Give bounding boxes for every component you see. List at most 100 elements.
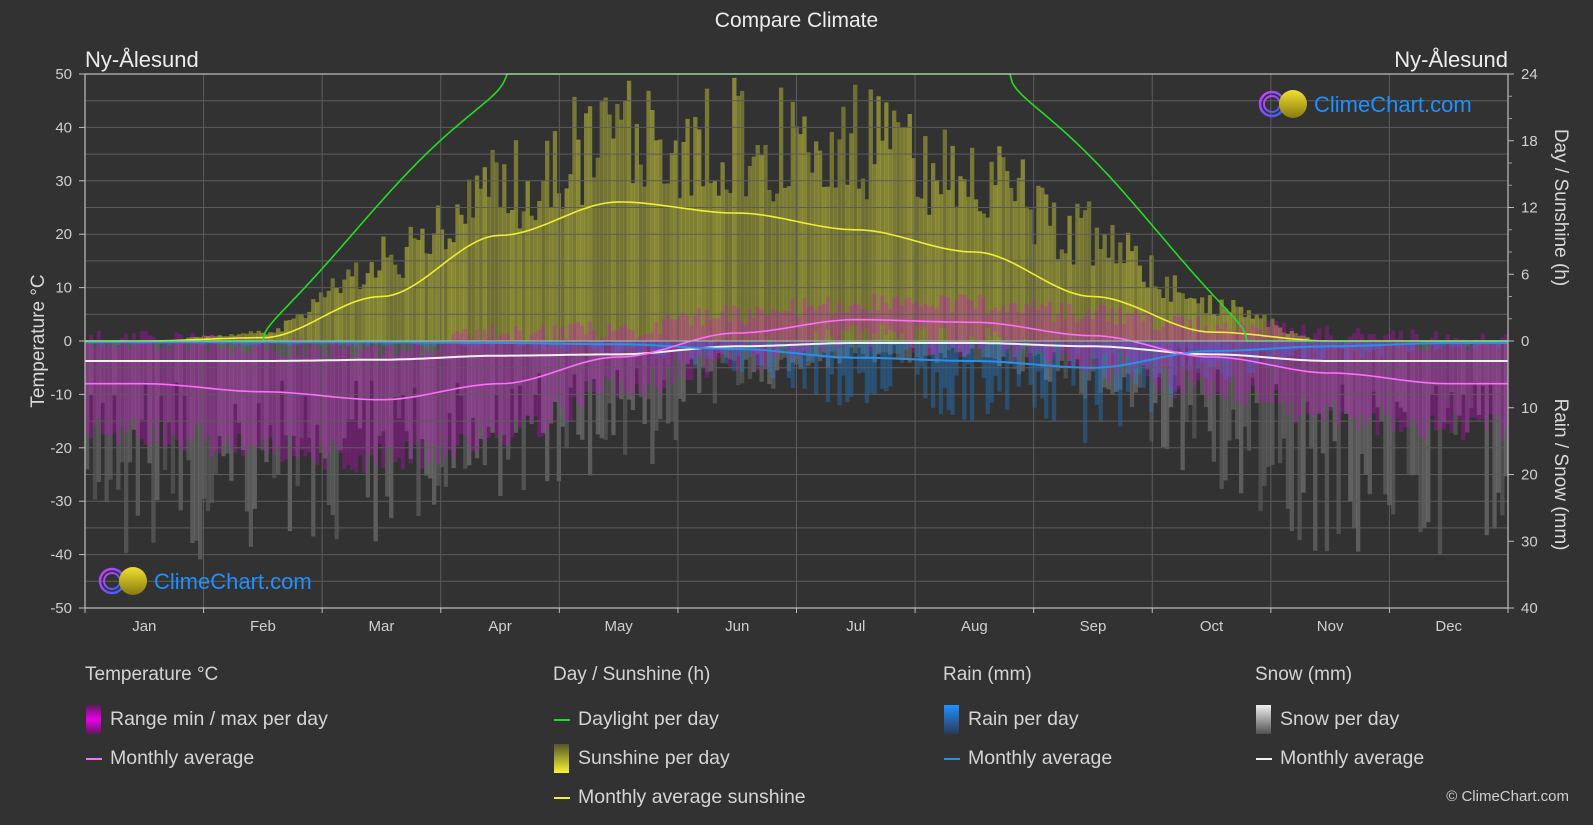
temperature-range-bar [751,318,756,357]
temperature-range-bar [1309,343,1314,414]
temperature-range-bar [899,305,905,333]
temperature-range-bar [669,319,675,386]
sunshine-bar [743,196,749,341]
legend-item-rain: Rain per day [943,700,1112,739]
temperature-range-bar [728,321,733,369]
temperature-range-bar [166,352,172,445]
legend-label: Monthly average [110,747,255,769]
sunshine-bar [467,179,472,341]
temperature-range-bar [572,323,577,398]
legend-temperature-title: Temperature °C [85,664,219,685]
temperature-range-bar [1106,321,1111,380]
temperature-range-bar [369,345,374,456]
temperature-range-bar [1324,325,1330,405]
temperature-range-bar [1125,313,1131,356]
temperature-range-bar [155,351,160,443]
temperature-range-bar [1161,326,1166,366]
month-label: Nov [1317,618,1344,635]
temperature-range-bar [217,348,222,454]
rain-bar [880,341,885,389]
temperature-range-bar [934,308,940,355]
temperature-range-bar [1398,330,1404,433]
sunshine-bar [658,139,663,341]
left-tick-label: 20 [55,226,72,243]
snow-avg-swatch-icon [1256,757,1272,760]
temperature-range-bar [443,344,448,457]
temperature-range-bar [1488,340,1493,415]
rain-avg-swatch-icon [944,757,960,760]
temperature-range-bar [338,348,343,454]
rain-bar [950,341,955,416]
temperature-range-bar [198,342,203,424]
sunshine-bar [513,140,519,341]
temperature-range-bar [580,326,585,409]
temperature-range-bar [1086,309,1092,371]
snow-swatch-icon [1256,705,1271,734]
rain-bar [989,341,994,403]
temperature-range-bar [587,321,593,383]
temperature-range-bar [1192,331,1197,387]
month-label: Aug [961,618,988,635]
sunshine-bar [420,228,425,341]
legend-item-temp-range: Range min / max per day [85,700,328,739]
sunshine-bar [591,177,597,341]
temperature-range-bar [552,325,558,402]
temperature-range-bar [1437,344,1443,429]
sunshine-bar [778,87,784,341]
temperature-range-bar [1219,328,1224,396]
temperature-range-bar [361,349,367,473]
right-tick-label-mm: 20 [1521,467,1538,484]
temperature-range-bar [1305,343,1310,415]
temperature-range-bar [1340,343,1345,413]
sunshine-bar [369,262,374,341]
sunshine-bar [751,156,756,341]
sunshine-bar [428,253,433,341]
temperature-range-bar [502,334,507,446]
sunshine-bar [693,116,698,341]
temperature-range-bar [159,348,164,422]
temperature-range-bar [817,305,823,345]
temperature-range-bar [658,334,663,394]
sunshine-bar [279,331,285,341]
month-label: Jun [725,618,749,635]
temperature-range-bar [350,358,355,470]
temperature-range-bar [182,340,187,452]
sunshine-bar [623,100,628,341]
temperature-range-bar [931,305,936,355]
temperature-range-bar [509,342,515,438]
sunshine-bar [626,80,632,341]
temperature-range-bar [1075,323,1080,366]
temperature-range-bar [1008,303,1014,343]
month-label: Feb [250,618,276,635]
sunshine-bar [763,144,768,341]
sunshine-bar [408,226,413,341]
temperature-range-bar [1254,327,1259,393]
temperature-range-bar [545,339,550,430]
temperature-range-bar [279,355,285,462]
temperature-range-bar [513,326,519,420]
sunshine-bar [876,96,881,341]
right-tick-label-hours: 24 [1521,66,1538,83]
sunshine-bar [470,217,476,341]
legend-label: Monthly average [1280,747,1425,769]
temperature-range-bar [650,332,655,368]
temperature-range-bar [1363,345,1369,425]
temperature-range-bar [1005,311,1010,354]
temperature-range-bar [993,307,998,332]
temperature-range-bar [623,323,628,393]
sunshine-bar [841,106,846,342]
temperature-range-bar [849,305,854,327]
sunshine-bar [568,174,573,341]
sunshine-bar [646,90,651,341]
temperature-range-bar [1028,308,1033,361]
month-label: Mar [369,618,395,635]
sunshine-bar [307,311,312,341]
sunshine-bar [829,132,834,341]
temperature-range-bar [404,351,409,442]
temperature-range-bar [1469,346,1474,418]
temperature-range-bar [260,337,265,440]
temperature-range-bar [1122,323,1127,366]
sunshine-bar [552,131,558,341]
temperature-range-bar [1172,316,1178,399]
temperature-range-bar [268,343,273,438]
